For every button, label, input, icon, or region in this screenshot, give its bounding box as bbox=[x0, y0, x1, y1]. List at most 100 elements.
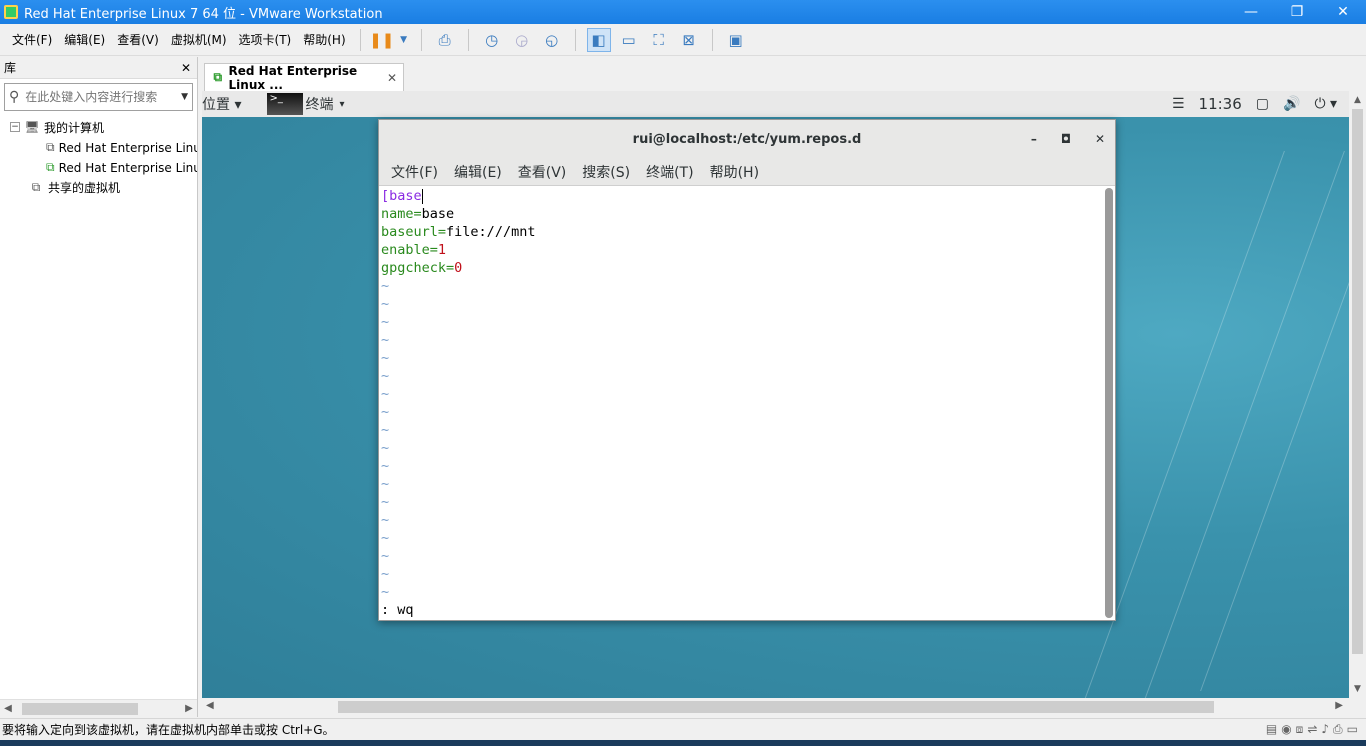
library-search: ⚲ ▼ bbox=[4, 83, 193, 111]
menu-edit[interactable]: 编辑(E) bbox=[58, 29, 111, 51]
hard-disk-icon[interactable]: ▤ bbox=[1266, 722, 1277, 737]
tilde-line: ~ bbox=[381, 584, 390, 600]
shared-vm-icon: ⧉ bbox=[31, 179, 41, 194]
active-app-label: 终端 bbox=[305, 97, 334, 113]
scroll-down-icon[interactable]: ▼ bbox=[1349, 684, 1366, 694]
library-horizontal-scrollbar[interactable]: ◀ ▶ bbox=[0, 699, 197, 717]
printer-icon[interactable]: ⎙ bbox=[1333, 722, 1343, 737]
tree-item-vm-2[interactable]: ⧉ Red Hat Enterprise Linux 7 64 位 bbox=[0, 157, 197, 177]
minimize-button[interactable]: — bbox=[1228, 0, 1274, 24]
title-bar: Red Hat Enterprise Linux 7 64 位 - VMware… bbox=[0, 0, 1366, 24]
sound-card-icon[interactable]: ♪ bbox=[1321, 722, 1329, 737]
library-close-icon[interactable]: ✕ bbox=[181, 61, 191, 75]
cd-dvd-icon[interactable]: ◉ bbox=[1281, 722, 1291, 737]
config-equals: = bbox=[413, 206, 422, 222]
terminal-titlebar[interactable]: rui@localhost:/etc/yum.repos.d – ◘ ✕ bbox=[379, 120, 1115, 158]
restore-button[interactable]: ❐ bbox=[1274, 0, 1320, 24]
config-value: 0 bbox=[454, 260, 463, 276]
terminal-menubar: 文件(F) 编辑(E) 查看(V) 搜索(S) 终端(T) 帮助(H) bbox=[379, 158, 1115, 186]
tilde-line: ~ bbox=[381, 530, 390, 546]
library-tree: − 🖥 我的计算机 ⧉ Red Hat Enterprise Linux 7 6… bbox=[0, 117, 197, 197]
full-screen-icon[interactable]: ⛶ bbox=[647, 28, 671, 52]
scrollbar-thumb[interactable] bbox=[1352, 109, 1363, 654]
vm-horizontal-scrollbar[interactable]: ◀ ▶ bbox=[202, 698, 1349, 716]
volume-icon[interactable]: 🔊 bbox=[1283, 96, 1300, 112]
snapshot-revert-icon[interactable]: ◶ bbox=[510, 28, 534, 52]
show-library-icon[interactable]: ◧ bbox=[586, 27, 611, 52]
terminal-line: [base bbox=[381, 187, 1103, 205]
console-view-icon[interactable]: ▣ bbox=[724, 28, 748, 52]
tilde-line: ~ bbox=[381, 296, 390, 312]
terminal-scrollbar[interactable] bbox=[1105, 188, 1113, 618]
tilde-line: ~ bbox=[381, 422, 390, 438]
scrollbar-thumb[interactable] bbox=[22, 703, 138, 715]
vm-vertical-scrollbar[interactable]: ▲ ▼ bbox=[1349, 91, 1366, 698]
tree-item-shared-vms[interactable]: ⧉ 共享的虚拟机 bbox=[0, 177, 197, 197]
unity-icon[interactable]: ⊠ bbox=[677, 28, 701, 52]
config-equals: = bbox=[437, 224, 447, 240]
snapshot-take-icon[interactable]: ◷ bbox=[480, 28, 504, 52]
snapshot-manager-icon[interactable]: ◵ bbox=[540, 28, 564, 52]
config-equals: = bbox=[446, 260, 455, 276]
terminal-menu-help[interactable]: 帮助(H) bbox=[702, 162, 767, 182]
terminal-menu-search[interactable]: 搜索(S) bbox=[574, 162, 638, 182]
terminal-menu-file[interactable]: 文件(F) bbox=[383, 162, 446, 182]
status-message: 要将输入定向到该虚拟机，请在虚拟机内部单击或按 Ctrl+G。 bbox=[2, 723, 335, 737]
toolbar-separator bbox=[711, 28, 713, 51]
terminal-line: gpgcheck=0 bbox=[381, 259, 1103, 277]
menu-view[interactable]: 查看(V) bbox=[111, 29, 165, 51]
active-app-menu[interactable]: >_ 终端 ▾ bbox=[267, 93, 345, 115]
pause-dropdown-icon[interactable]: ▼ bbox=[398, 28, 410, 52]
menu-vm[interactable]: 虚拟机(M) bbox=[165, 29, 233, 51]
terminal-menu-terminal[interactable]: 终端(T) bbox=[638, 162, 701, 182]
usb-icon[interactable]: ⇌ bbox=[1307, 722, 1317, 737]
scroll-right-icon[interactable]: ▶ bbox=[181, 703, 197, 714]
menu-file[interactable]: 文件(F) bbox=[6, 29, 58, 51]
vm-running-icon: ⧉ bbox=[46, 159, 55, 174]
tilde-line: ~ bbox=[381, 332, 390, 348]
vm-icon: ⧉ bbox=[46, 139, 55, 154]
scroll-left-icon[interactable]: ◀ bbox=[206, 700, 214, 711]
collapse-icon[interactable]: − bbox=[10, 122, 20, 132]
terminal-window[interactable]: rui@localhost:/etc/yum.repos.d – ◘ ✕ 文件(… bbox=[378, 119, 1116, 621]
power-icon[interactable]: ⏻ ▾ bbox=[1314, 96, 1337, 112]
clock[interactable]: 11:36 bbox=[1199, 95, 1242, 113]
close-button[interactable]: ✕ bbox=[1320, 0, 1366, 24]
menu-help[interactable]: 帮助(H) bbox=[297, 29, 351, 51]
status-bar: 要将输入定向到该虚拟机，请在虚拟机内部单击或按 Ctrl+G。 ▤ ◉ ⧈ ⇌ … bbox=[0, 718, 1366, 740]
pause-icon[interactable]: ❚❚ bbox=[369, 28, 394, 52]
vm-tab[interactable]: ⧉ Red Hat Enterprise Linux ... ✕ bbox=[204, 63, 404, 92]
tree-item-vm-1[interactable]: ⧉ Red Hat Enterprise Linux 7 64 位 bbox=[0, 137, 197, 157]
terminal-line: baseurl=file:///mnt bbox=[381, 223, 1103, 241]
search-dropdown-icon[interactable]: ▼ bbox=[181, 92, 188, 102]
tab-close-icon[interactable]: ✕ bbox=[387, 71, 397, 85]
tilde-line: ~ bbox=[381, 494, 390, 510]
host-taskbar bbox=[0, 740, 1366, 746]
screen-icon[interactable]: ▢ bbox=[1256, 96, 1269, 112]
scroll-left-icon[interactable]: ◀ bbox=[0, 703, 16, 714]
scrollbar-thumb[interactable] bbox=[338, 701, 1214, 713]
menu-tabs[interactable]: 选项卡(T) bbox=[233, 29, 298, 51]
scrollbar-thumb[interactable] bbox=[1105, 188, 1113, 618]
tilde-line: ~ bbox=[381, 386, 390, 402]
terminal-menu-edit[interactable]: 编辑(E) bbox=[446, 162, 510, 182]
config-equals: = bbox=[429, 242, 438, 258]
vm-tab-label: Red Hat Enterprise Linux ... bbox=[228, 63, 358, 92]
input-method-icon[interactable]: ☰ bbox=[1172, 96, 1185, 112]
send-ctrl-alt-del-icon[interactable]: ⎙ bbox=[433, 28, 457, 52]
scroll-up-icon[interactable]: ▲ bbox=[1349, 95, 1366, 105]
display-icon[interactable]: ▭ bbox=[1347, 722, 1358, 737]
terminal-minimize-icon[interactable]: – bbox=[1031, 132, 1037, 146]
thumbnail-bar-icon[interactable]: ▭ bbox=[617, 28, 641, 52]
terminal-close-icon[interactable]: ✕ bbox=[1095, 132, 1105, 146]
terminal-line: name=base bbox=[381, 205, 1103, 223]
library-search-input[interactable] bbox=[25, 90, 182, 104]
scroll-right-icon[interactable]: ▶ bbox=[1335, 700, 1343, 711]
network-icon[interactable]: ⧈ bbox=[1296, 722, 1304, 737]
config-key: enable bbox=[381, 242, 430, 258]
terminal-menu-view[interactable]: 查看(V) bbox=[510, 162, 575, 182]
terminal-content[interactable]: [base name=base baseurl=file:///mnt enab… bbox=[379, 186, 1103, 620]
tree-item-my-computer[interactable]: − 🖥 我的计算机 bbox=[0, 117, 197, 137]
places-menu[interactable]: 位置 ▾ bbox=[202, 94, 249, 114]
terminal-maximize-icon[interactable]: ◘ bbox=[1061, 132, 1071, 146]
